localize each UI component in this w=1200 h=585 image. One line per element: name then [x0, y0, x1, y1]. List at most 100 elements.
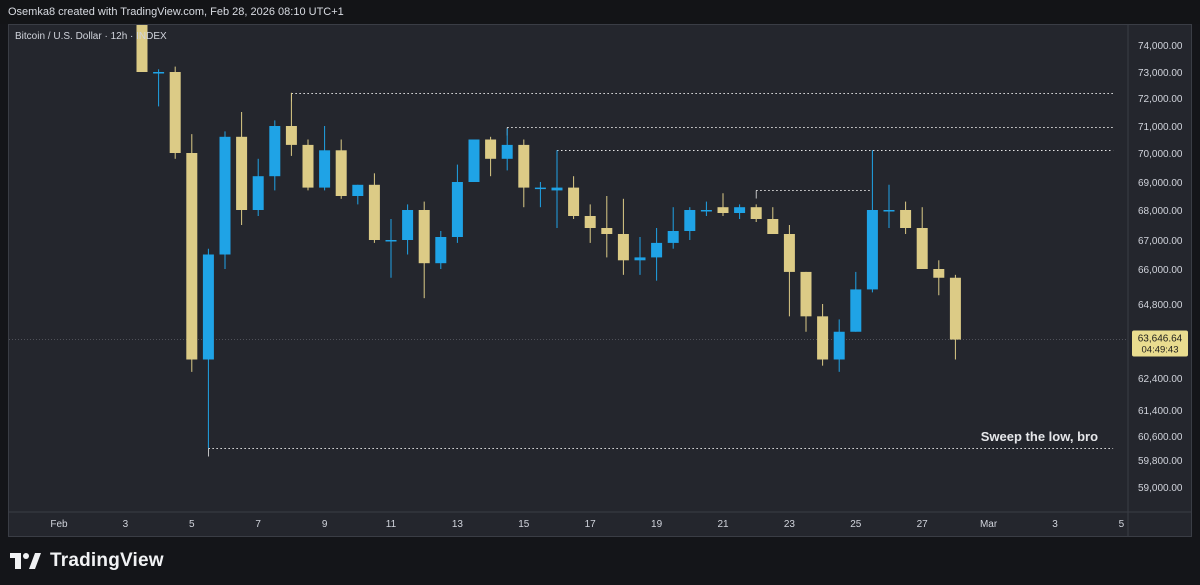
time-tick-label: 9	[322, 519, 328, 530]
time-tick-label: 19	[651, 519, 663, 530]
candle-body	[269, 126, 281, 177]
candle	[269, 120, 281, 191]
price-tick-label: 72,000.00	[1138, 94, 1183, 105]
candle-body	[916, 228, 928, 269]
candle	[684, 207, 696, 240]
candle-body	[219, 136, 231, 255]
candle	[833, 319, 845, 372]
candle-body	[651, 242, 663, 258]
time-tick-label: 3	[1052, 519, 1058, 530]
candle	[783, 225, 795, 317]
candle-body	[169, 72, 181, 153]
candle	[335, 139, 347, 199]
candlestick-chart[interactable]: 74,000.00 73,000.00 72,000.00 71,000.00 70,0…	[0, 0, 1200, 585]
candle	[435, 231, 447, 269]
candle	[817, 304, 829, 366]
candle-body	[900, 210, 912, 228]
candle-body	[368, 184, 380, 240]
candle	[534, 182, 546, 208]
candle-body	[451, 182, 463, 237]
candle	[285, 92, 297, 156]
candle	[700, 201, 712, 216]
candle-body	[551, 187, 563, 191]
last-price-value: 63,646.64	[1138, 334, 1183, 345]
time-tick-label: 27	[917, 519, 929, 530]
candle	[949, 274, 961, 360]
price-tick-label: 68,000.00	[1138, 206, 1183, 217]
candle	[485, 136, 497, 177]
price-tick-label: 59,000.00	[1138, 483, 1183, 494]
candle	[916, 207, 928, 269]
price-tick-label: 73,000.00	[1138, 68, 1183, 79]
time-tick-label: 7	[255, 519, 261, 530]
time-tick-label: 11	[386, 519, 397, 530]
candle	[900, 201, 912, 234]
candle-body	[302, 144, 314, 188]
candle	[750, 204, 762, 222]
candle-body	[584, 216, 596, 228]
candle-body	[236, 136, 248, 210]
candle-body	[352, 184, 364, 196]
candle-body	[667, 231, 679, 243]
candle	[717, 193, 729, 216]
time-tick-label: 23	[784, 519, 796, 530]
candle-body	[933, 269, 945, 278]
candle-body	[319, 150, 331, 188]
candle-body	[568, 187, 580, 216]
price-tick-label: 74,000.00	[1138, 41, 1183, 52]
candle-body	[700, 210, 712, 212]
candle	[418, 201, 430, 299]
candle	[451, 164, 463, 243]
candle	[767, 207, 779, 234]
candle	[651, 228, 663, 281]
candle-body	[817, 316, 829, 360]
candle-body	[202, 254, 214, 360]
tradingview-logo-icon	[10, 553, 41, 569]
chart-title: Bitcoin / U.S. Dollar · 12h · INDEX	[15, 31, 167, 42]
time-tick-label: 25	[850, 519, 862, 530]
candle	[800, 271, 812, 332]
price-tick-label: 71,000.00	[1138, 122, 1183, 133]
candle	[368, 173, 380, 243]
time-tick-label: 17	[585, 519, 597, 530]
candle-body	[285, 126, 297, 145]
candle	[219, 131, 231, 269]
candle-body	[850, 289, 862, 332]
candle	[568, 176, 580, 219]
candle	[667, 207, 679, 249]
candle-body	[186, 153, 198, 360]
price-tick-label: 67,000.00	[1138, 236, 1183, 247]
time-tick-label: 5	[189, 519, 195, 530]
candle-body	[949, 277, 961, 340]
candle	[734, 204, 746, 219]
tradingview-logo-text: TradingView	[50, 550, 164, 571]
price-tick-label: 70,000.00	[1138, 149, 1183, 160]
candle-body	[634, 257, 646, 261]
time-tick-label: 21	[717, 519, 729, 530]
time-tick-label: 5	[1119, 519, 1125, 530]
time-tick-label: 3	[123, 519, 129, 530]
price-tick-label: 62,400.00	[1138, 374, 1183, 385]
candle	[402, 204, 414, 255]
candle	[850, 271, 862, 332]
candle-body	[734, 207, 746, 213]
candle	[302, 139, 314, 191]
candle	[551, 150, 563, 228]
candle-body	[617, 234, 629, 261]
candle-body	[153, 72, 165, 74]
candle-body	[385, 240, 397, 242]
candle-body	[402, 210, 414, 240]
candle	[186, 134, 198, 372]
candle	[501, 128, 513, 171]
annotation-label: Sweep the low, bro	[981, 429, 1098, 444]
candle-body	[418, 210, 430, 264]
candle-body	[485, 139, 497, 159]
candle-body	[800, 271, 812, 317]
candle-body	[866, 210, 878, 290]
candle	[617, 198, 629, 275]
tradingview-logo[interactable]: TradingView	[10, 549, 164, 573]
candle	[352, 184, 364, 205]
candle	[518, 139, 530, 208]
candle-body	[684, 210, 696, 231]
candle-body	[833, 331, 845, 360]
